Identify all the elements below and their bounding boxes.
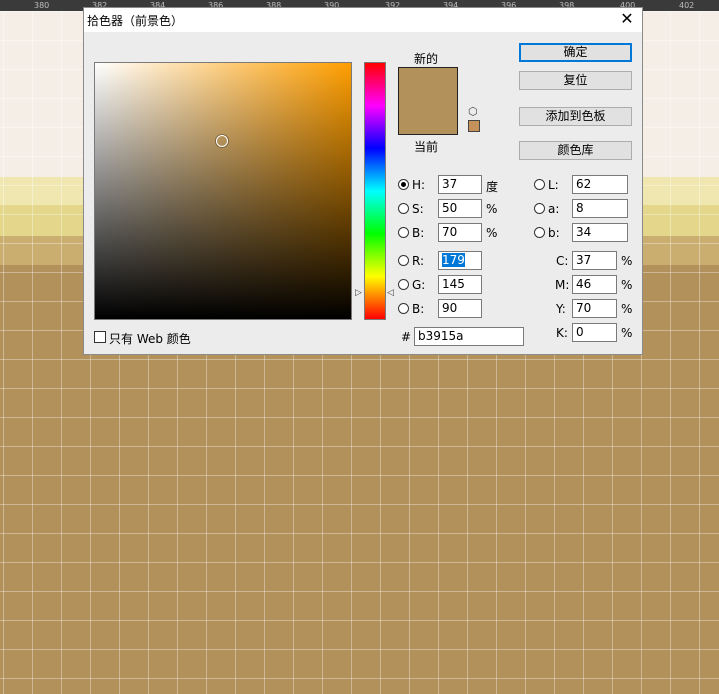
blue-radio[interactable] <box>398 303 409 314</box>
brightness-radio[interactable] <box>398 227 409 238</box>
lab-b-input[interactable]: 34 <box>572 223 628 242</box>
cyan-label: C: <box>556 254 569 268</box>
color-cursor[interactable] <box>216 135 228 147</box>
lab-l-radio[interactable] <box>534 179 545 190</box>
saturation-input[interactable]: 50 <box>438 199 482 218</box>
red-label: R: <box>412 254 425 268</box>
out-of-gamut-cube-icon[interactable]: ⬡ <box>468 105 478 118</box>
saturation-label: S: <box>412 202 424 216</box>
green-radio[interactable] <box>398 279 409 290</box>
lab-b-label: b: <box>548 226 560 240</box>
brightness-unit: % <box>486 226 498 240</box>
new-color-label: 新的 <box>414 52 439 66</box>
hue-marker-left-icon[interactable]: ▷ <box>355 288 362 298</box>
ruler-tick: 380 <box>34 1 50 10</box>
hex-input[interactable]: b3915a <box>414 327 524 346</box>
lab-a-label: a: <box>548 202 560 216</box>
black-label: K: <box>556 326 568 340</box>
dialog-title: 拾色器（前景色） <box>87 14 184 28</box>
lab-a-input[interactable]: 8 <box>572 199 628 218</box>
green-input[interactable]: 145 <box>438 275 482 294</box>
brightness-input[interactable]: 70 <box>438 223 482 242</box>
saturation-radio[interactable] <box>398 203 409 214</box>
current-color-label: 当前 <box>414 140 439 154</box>
dialog-titlebar[interactable]: 拾色器（前景色） ✕ <box>84 8 642 32</box>
blue-input[interactable]: 90 <box>438 299 482 318</box>
add-to-swatches-button[interactable]: 添加到色板 <box>519 107 632 126</box>
close-icon[interactable]: ✕ <box>618 10 636 28</box>
lab-l-input[interactable]: 62 <box>572 175 628 194</box>
web-colors-only-checkbox[interactable] <box>94 331 106 343</box>
blue-label: B: <box>412 302 425 316</box>
color-preview <box>398 67 458 135</box>
magenta-unit: % <box>621 278 633 292</box>
magenta-input[interactable]: 46 <box>572 275 617 294</box>
magenta-label: M: <box>555 278 570 292</box>
web-colors-only-label[interactable]: 只有 Web 颜色 <box>109 330 191 347</box>
yellow-label: Y: <box>556 302 566 316</box>
yellow-unit: % <box>621 302 633 316</box>
ruler-tick: 402 <box>679 1 695 10</box>
hue-unit: 度 <box>486 180 499 194</box>
color-picker-dialog: 拾色器（前景色） ✕ ▷ ◁ 新的 当前 ⬡ 确定 复位 添加到色板 颜色库 H… <box>83 7 643 355</box>
ok-button[interactable]: 确定 <box>519 43 632 62</box>
hue-radio[interactable] <box>398 179 409 190</box>
lab-l-label: L: <box>548 178 559 192</box>
red-input-selected-text: 179 <box>442 253 465 267</box>
hue-input[interactable]: 37 <box>438 175 482 194</box>
hue-label: H: <box>412 178 426 192</box>
black-unit: % <box>621 326 633 340</box>
cyan-unit: % <box>621 254 633 268</box>
hue-marker-right-icon[interactable]: ◁ <box>387 288 394 298</box>
color-libraries-button[interactable]: 颜色库 <box>519 141 632 160</box>
black-input[interactable]: 0 <box>572 323 617 342</box>
red-radio[interactable] <box>398 255 409 266</box>
websafe-color-swatch[interactable] <box>468 120 480 132</box>
lab-a-radio[interactable] <box>534 203 545 214</box>
hex-label: # <box>401 330 412 344</box>
cyan-input[interactable]: 37 <box>572 251 617 270</box>
new-color-swatch[interactable] <box>399 68 457 134</box>
brightness-label: B: <box>412 226 425 240</box>
green-label: G: <box>412 278 426 292</box>
red-input[interactable]: 179 <box>438 251 482 270</box>
yellow-input[interactable]: 70 <box>572 299 617 318</box>
saturation-unit: % <box>486 202 498 216</box>
reset-button[interactable]: 复位 <box>519 71 632 90</box>
saturation-brightness-field[interactable] <box>94 62 352 320</box>
hue-slider[interactable] <box>364 62 386 320</box>
lab-b-radio[interactable] <box>534 227 545 238</box>
